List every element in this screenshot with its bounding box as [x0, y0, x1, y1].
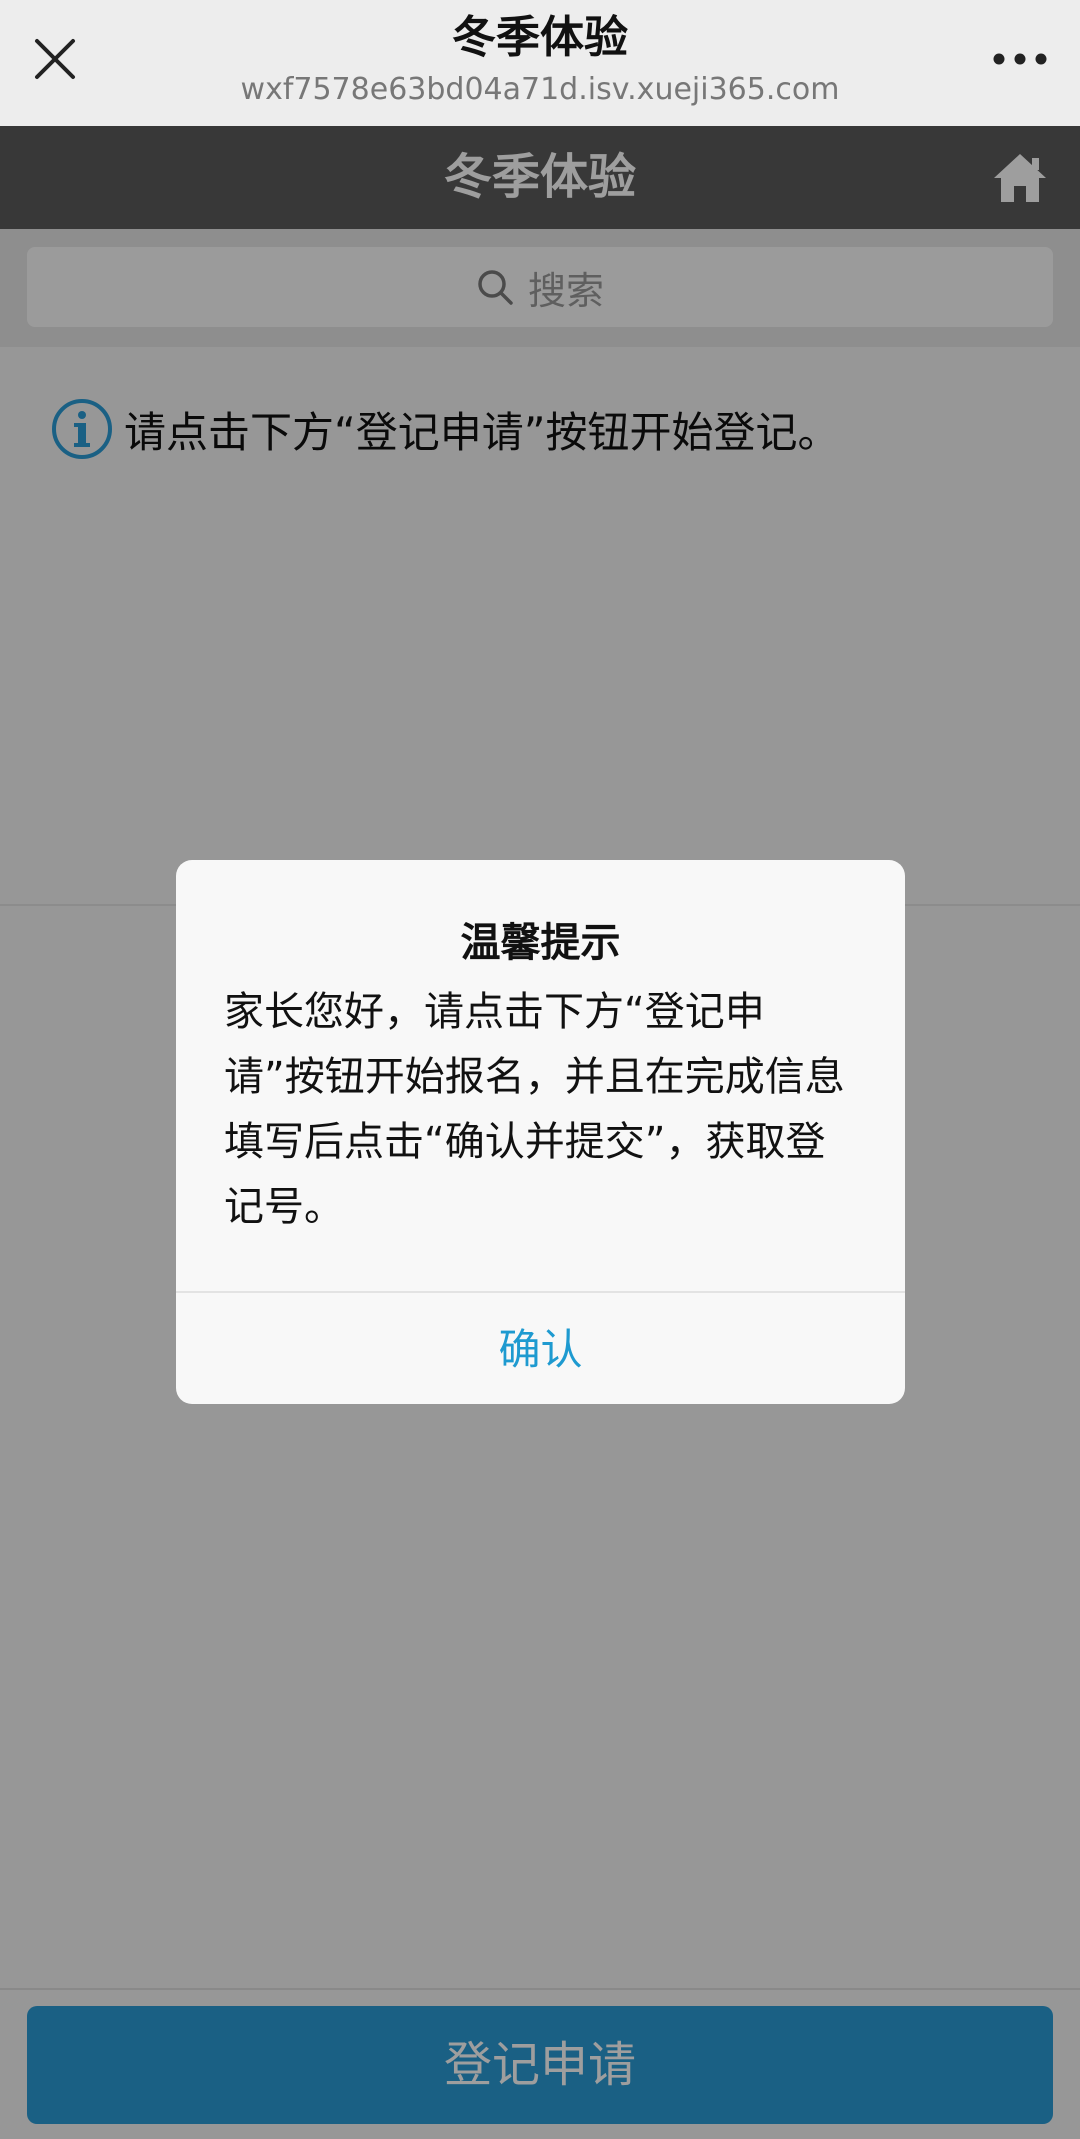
dialog-message: 家长您好，请点击下方“登记申请”按钮开始报名，并且在完成信息填写后点击“确认并提… [224, 989, 845, 1230]
dialog-confirm-button[interactable]: 确认 [176, 1293, 905, 1404]
wechat-page-url: wxf7578e63bd04a71d.isv.xueji365.com [240, 72, 840, 107]
dialog-title: 温馨提示 [460, 920, 621, 966]
more-options-button[interactable] [980, 26, 1060, 92]
wechat-nav-bar: 冬季体验 wxf7578e63bd04a71d.isv.xueji365.com [0, 0, 1080, 126]
close-icon [35, 39, 75, 79]
wechat-title-block: 冬季体验 wxf7578e63bd04a71d.isv.xueji365.com [200, 8, 880, 110]
wechat-page-title: 冬季体验 [452, 12, 628, 63]
more-icon [993, 53, 1047, 65]
close-button[interactable] [22, 26, 88, 92]
tip-dialog: 温馨提示 家长您好，请点击下方“登记申请”按钮开始报名，并且在完成信息填写后点击… [176, 860, 905, 1404]
